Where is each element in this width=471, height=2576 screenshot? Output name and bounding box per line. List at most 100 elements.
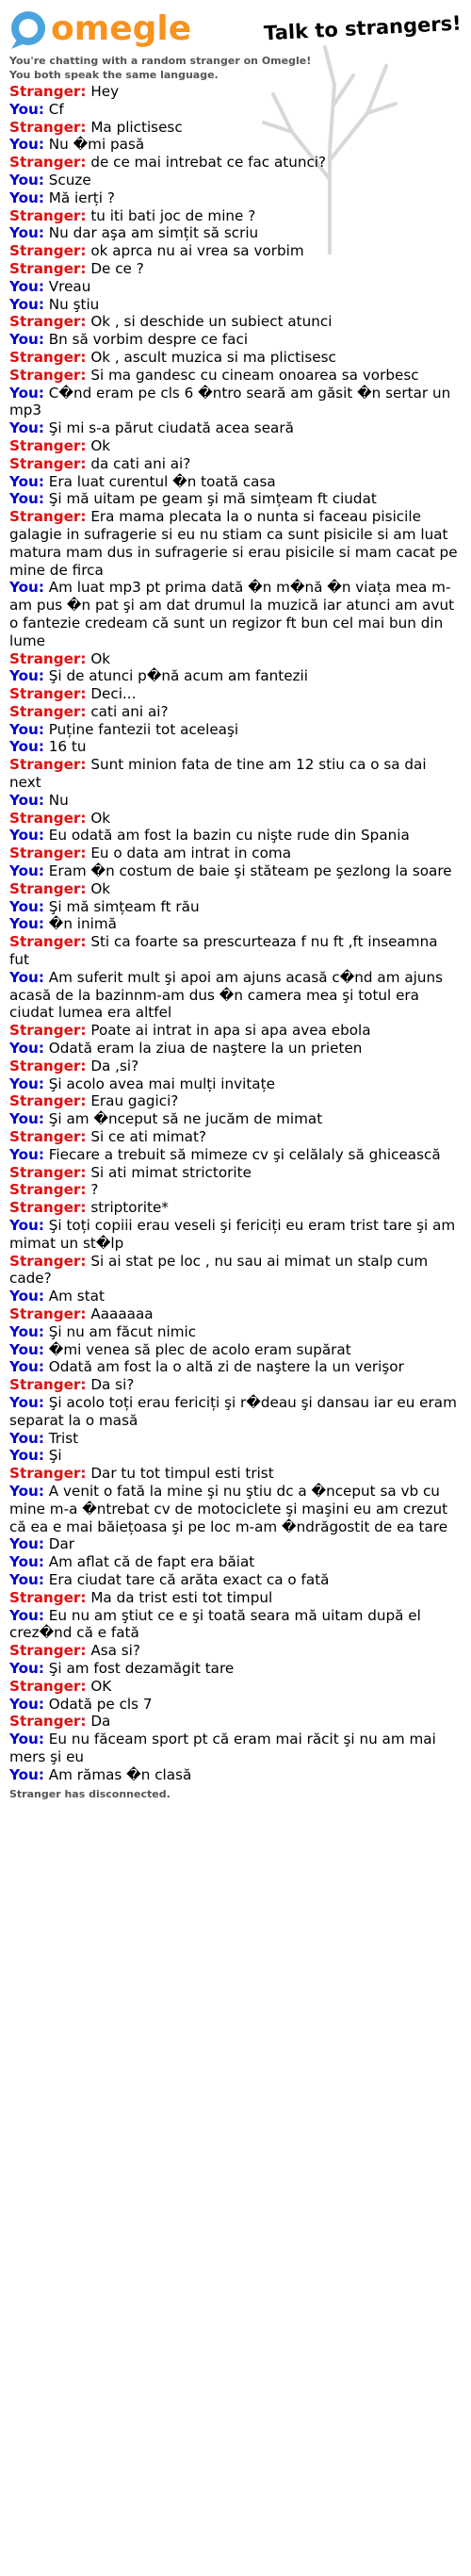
chat-message: Stranger: Sti ca foarte sa prescurteaza … — [9, 933, 462, 969]
chat-message: Stranger: striptorite* — [9, 1199, 462, 1217]
disconnected-notice: Stranger has disconnected. — [9, 1787, 171, 1800]
stranger-label: Stranger: — [9, 1465, 87, 1483]
omegle-logo: omegle — [11, 9, 191, 49]
chat-message: Stranger: Si ati mimat strictorite — [9, 1164, 462, 1182]
message-text: ? — [90, 1181, 99, 1199]
stranger-label: Stranger: — [9, 1199, 87, 1217]
you-label: You: — [9, 667, 44, 685]
chat-message: Stranger: Asa si? — [9, 1642, 462, 1660]
message-text: Asa si? — [90, 1642, 140, 1660]
you-label: You: — [9, 1288, 44, 1305]
chat-message: Stranger: Ok — [9, 880, 462, 898]
message-text: Fiecare a trebuit să mimeze cv şi celăla… — [48, 1145, 441, 1163]
message-text: Erau gagici? — [90, 1092, 179, 1110]
you-label: You: — [9, 1535, 44, 1553]
chat-message: You: Am luat mp3 pt prima dată �n m�nă �… — [9, 579, 462, 649]
chat-message: You: Cf — [9, 101, 462, 119]
message-text: Ma plictisesc — [90, 118, 183, 136]
chat-message: You: Fiecare a trebuit să mimeze cv şi c… — [9, 1146, 462, 1164]
chat-message: You: Şi mă uitam pe geam şi mă simțeam f… — [9, 490, 462, 508]
you-label: You: — [9, 295, 44, 313]
chat-message: You: Odată am fost la o altă zi de naşte… — [9, 1358, 462, 1376]
message-text: C�nd eram pe cls 6 �ntro seară am găsit … — [9, 384, 451, 419]
message-text: Am luat mp3 pt prima dată �n m�nă �n via… — [9, 579, 455, 649]
stranger-label: Stranger: — [9, 649, 87, 667]
chat-message: Stranger: De ce ? — [9, 260, 462, 278]
chat-message: Stranger: Ok — [9, 650, 462, 668]
chat-message: Stranger: Da ,si? — [9, 1058, 462, 1075]
chat-message: Stranger: de ce mai intrebat ce fac atun… — [9, 154, 462, 172]
stranger-label: Stranger: — [9, 366, 87, 384]
message-text: Ok — [90, 809, 111, 827]
chat-message: You: 16 tu — [9, 738, 462, 756]
chat-message: Stranger: ok aprca nu ai vrea sa vorbim — [9, 242, 462, 260]
you-label: You: — [9, 1482, 44, 1500]
chat-message: You: Bn să vorbim despre ce faci — [9, 331, 462, 349]
chat-message: Stranger: Si ai stat pe loc , nu sau ai … — [9, 1253, 462, 1288]
stranger-label: Stranger: — [9, 154, 87, 172]
chat-message: You: C�nd eram pe cls 6 �ntro seară am g… — [9, 385, 462, 420]
message-text: Şi acolo toți erau fericiți şi r�deau şi… — [9, 1393, 457, 1429]
message-text: Am rămas �n clasă — [48, 1765, 192, 1783]
message-text: da cati ani ai? — [90, 454, 191, 472]
stranger-label: Stranger: — [9, 436, 87, 454]
chat-message: You: Eu nu făceam sport pt că eram mai r… — [9, 1731, 462, 1766]
chat-message: Stranger: Ma da trist esti tot timpul — [9, 1589, 462, 1607]
chat-message: You: Nu ştiu — [9, 296, 462, 314]
you-label: You: — [9, 1765, 44, 1783]
chat-message: Stranger: Si ce ati mimat? — [9, 1128, 462, 1146]
message-text: Da — [90, 1713, 111, 1731]
message-text: Mă ierți ? — [48, 189, 115, 206]
chat-message: Stranger: Sunt minion fata de tine am 12… — [9, 756, 462, 792]
message-text: de ce mai intrebat ce fac atunci? — [90, 154, 327, 172]
stranger-label: Stranger: — [9, 1304, 87, 1322]
message-text: Era luat curentul �n toată casa — [48, 472, 276, 490]
message-text: Am stat — [48, 1288, 105, 1305]
chat-log: Stranger: Hey You: Cf Stranger: Ma plictis… — [9, 83, 462, 1803]
you-label: You: — [9, 1393, 44, 1411]
stranger-label: Stranger: — [9, 508, 87, 526]
message-text: OK — [90, 1677, 112, 1695]
chat-message: You: Şi toți copiii erau veseli şi feric… — [9, 1217, 462, 1253]
message-text: Nu ştiu — [48, 295, 100, 313]
stranger-label: Stranger: — [9, 1588, 87, 1606]
you-label: You: — [9, 579, 44, 597]
chat-message: You: Nu �mi pasă — [9, 136, 462, 154]
chat-message: You: Eram �n costum de baie şi stăteam p… — [9, 862, 462, 880]
chat-message: You: Am stat — [9, 1288, 462, 1305]
message-text: Bn să vorbim despre ce faci — [48, 331, 249, 349]
message-text: �mi venea să plec de acolo eram supărat — [48, 1340, 351, 1358]
message-text: �n inimă — [48, 915, 117, 933]
message-text: Trist — [48, 1429, 79, 1447]
message-text: Am aflat că de fapt era băiat — [48, 1553, 255, 1571]
chat-message: You: Şi nu am făcut nimic — [9, 1323, 462, 1341]
chat-message: You: Şi am fost dezamăgit tare — [9, 1660, 462, 1678]
you-label: You: — [9, 1570, 44, 1588]
chat-message: Stranger: Dar tu tot timpul esti trist — [9, 1465, 462, 1483]
chat-message: You: Şi am �nceput să ne jucăm de mimat — [9, 1110, 462, 1128]
message-text: tu iti bati joc de mine ? — [90, 206, 256, 224]
you-label: You: — [9, 1659, 44, 1677]
chat-message: Stranger: Ok , si deschide un subiect at… — [9, 313, 462, 331]
you-label: You: — [9, 331, 44, 349]
you-label: You: — [9, 1322, 44, 1340]
chat-message: You: Scuze — [9, 172, 462, 189]
you-label: You: — [9, 1429, 44, 1447]
chat-message: You: Am suferit mult şi apoi am ajuns ac… — [9, 969, 462, 1022]
chat-message: You: Şi mi s-a părut ciudată acea seară — [9, 419, 462, 437]
message-text: Şi mă uitam pe geam şi mă simțeam ft ciu… — [48, 490, 377, 508]
message-text: ok aprca nu ai vrea sa vorbim — [90, 242, 304, 260]
message-text: Şi am fost dezamăgit tare — [48, 1659, 235, 1677]
chat-message: You: Vreau — [9, 278, 462, 296]
chat-message: Stranger: Hey — [9, 83, 462, 101]
you-label: You: — [9, 224, 44, 242]
message-text: Şi de atunci p�nă acum am fantezii — [48, 667, 308, 685]
stranger-label: Stranger: — [9, 118, 87, 136]
message-text: Nu dar aşa am simțit să scriu — [48, 224, 259, 242]
message-text: striptorite* — [90, 1199, 169, 1217]
message-text: Ok — [90, 436, 111, 454]
message-text: Da ,si? — [90, 1057, 139, 1075]
chat-message: You: Trist — [9, 1430, 462, 1448]
you-label: You: — [9, 189, 44, 206]
message-text: Cf — [48, 100, 64, 118]
